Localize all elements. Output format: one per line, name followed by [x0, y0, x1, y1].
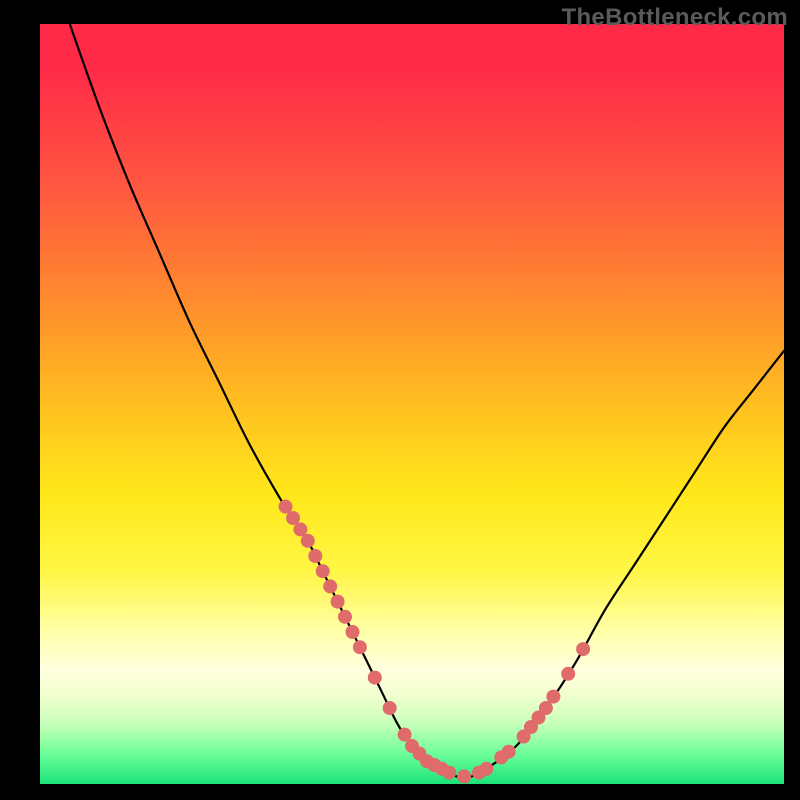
marker-dot: [547, 690, 560, 703]
marker-dot: [301, 534, 314, 547]
marker-dot: [287, 512, 300, 525]
marker-dot: [316, 565, 329, 578]
curve-markers: [279, 500, 590, 783]
marker-dot: [346, 626, 359, 639]
marker-dot: [324, 580, 337, 593]
marker-dot: [458, 770, 471, 783]
marker-dot: [435, 762, 448, 775]
marker-dot: [539, 702, 552, 715]
marker-dot: [480, 762, 493, 775]
marker-dot: [577, 643, 590, 656]
marker-dot: [502, 745, 515, 758]
marker-dot: [331, 595, 344, 608]
curve-svg: [40, 24, 784, 784]
watermark-text: TheBottleneck.com: [562, 4, 788, 32]
marker-dot: [339, 610, 352, 623]
marker-dot: [562, 667, 575, 680]
marker-dot: [353, 641, 366, 654]
marker-dot: [279, 500, 292, 513]
marker-dot: [383, 702, 396, 715]
marker-dot: [368, 671, 381, 684]
marker-dot: [309, 550, 322, 563]
marker-dot: [398, 728, 411, 741]
chart-container: TheBottleneck.com: [0, 0, 800, 800]
bottleneck-curve: [70, 24, 784, 777]
plot-area: [40, 24, 784, 784]
marker-dot: [294, 523, 307, 536]
